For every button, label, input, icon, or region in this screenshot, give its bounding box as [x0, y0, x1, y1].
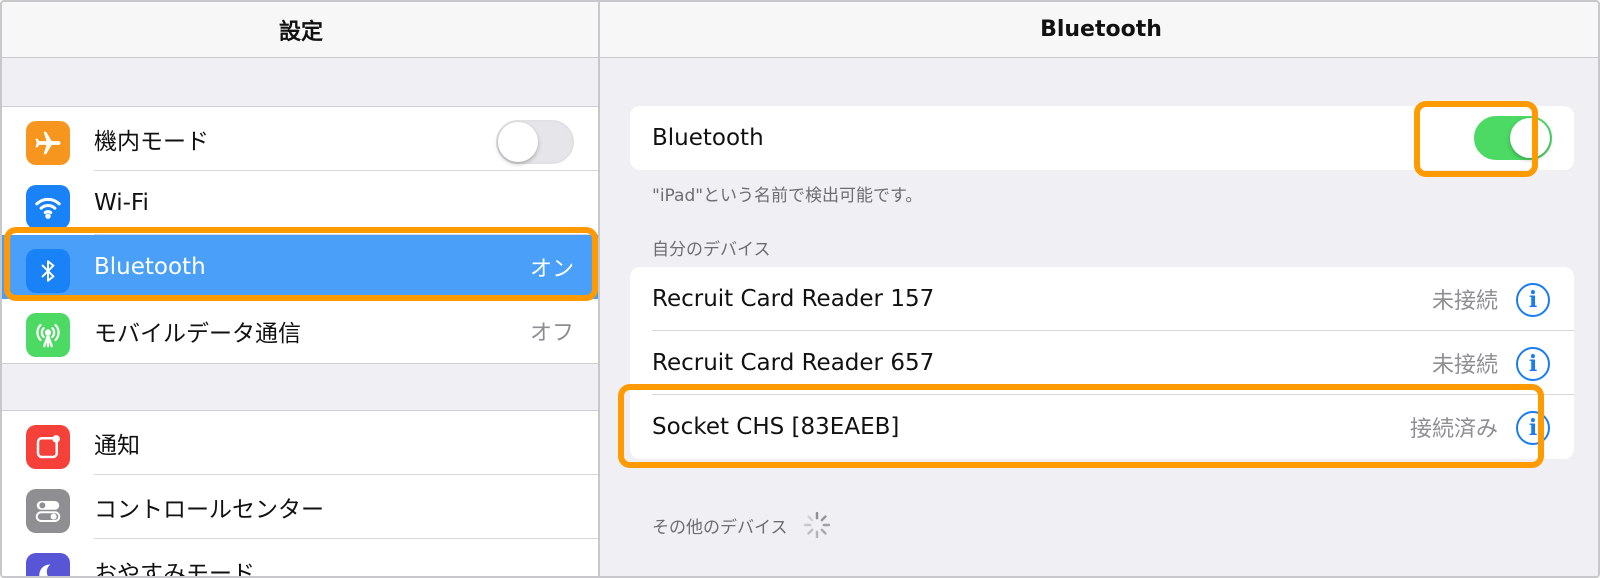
- my-devices-header: 自分のデバイス: [652, 240, 771, 260]
- sidebar-item-label: Bluetooth: [94, 254, 206, 280]
- sidebar-item-label: コントロールセンター: [94, 497, 324, 523]
- bluetooth-status-value: オン: [529, 257, 574, 282]
- moon-icon: [26, 553, 70, 576]
- bluetooth-toggle-label: Bluetooth: [652, 125, 764, 151]
- airplane-icon: [26, 121, 70, 165]
- device-name: Recruit Card Reader 157: [652, 286, 935, 312]
- sidebar-item-label: Wi-Fi: [94, 190, 149, 216]
- other-devices-header: その他のデバイス: [652, 510, 832, 540]
- cellular-status-value: オフ: [529, 321, 574, 346]
- sidebar-item-label: モバイルデータ通信: [94, 321, 301, 347]
- settings-group-connectivity: 機内モード Wi-Fi Bluetooth オン モバイルデータ通信 オフ: [2, 106, 598, 364]
- sidebar-item-cellular[interactable]: モバイルデータ通信 オフ: [2, 299, 598, 363]
- device-row[interactable]: Recruit Card Reader 657 未接続 i: [630, 331, 1574, 395]
- device-name: Socket CHS [83EAEB]: [652, 414, 900, 440]
- device-status: 未接続: [1431, 353, 1498, 378]
- settings-title: 設定: [2, 2, 598, 58]
- sidebar-item-airplane-mode[interactable]: 機内モード: [2, 107, 598, 171]
- sidebar-item-control-center[interactable]: コントロールセンター: [2, 475, 598, 539]
- notifications-icon: [26, 425, 70, 469]
- control-center-icon: [26, 489, 70, 533]
- sidebar-item-label: 通知: [94, 433, 140, 459]
- settings-sidebar: 設定 機内モード Wi-Fi Bluetooth オン モバイルデータ通信 オフ…: [2, 2, 600, 578]
- detail-title: Bluetooth: [600, 2, 1598, 58]
- device-row[interactable]: Recruit Card Reader 157 未接続 i: [630, 267, 1574, 331]
- my-devices-list: Recruit Card Reader 157 未接続 i Recruit Ca…: [630, 267, 1574, 459]
- info-icon[interactable]: i: [1516, 283, 1550, 317]
- settings-group-general: 通知 コントロールセンター おやすみモード: [2, 410, 598, 578]
- bluetooth-toggle-row: Bluetooth: [630, 106, 1574, 170]
- device-row[interactable]: Socket CHS [83EAEB] 接続済み i: [630, 395, 1574, 459]
- bluetooth-icon: [26, 249, 70, 293]
- bluetooth-toggle-card: Bluetooth: [630, 106, 1574, 170]
- device-status: 未接続: [1431, 289, 1498, 314]
- sidebar-item-notifications[interactable]: 通知: [2, 411, 598, 475]
- sidebar-item-bluetooth[interactable]: Bluetooth オン: [2, 235, 598, 299]
- settings-window: 設定 機内モード Wi-Fi Bluetooth オン モバイルデータ通信 オフ…: [0, 0, 1600, 578]
- device-name: Recruit Card Reader 657: [652, 350, 935, 376]
- info-icon[interactable]: i: [1516, 347, 1550, 381]
- loading-spinner-icon: [803, 511, 830, 539]
- wifi-icon: [26, 185, 70, 229]
- sidebar-item-label: 機内モード: [94, 129, 209, 155]
- sidebar-item-do-not-disturb[interactable]: おやすみモード: [2, 539, 598, 578]
- sidebar-item-label: おやすみモード: [94, 561, 255, 578]
- toggle-knob: [1510, 118, 1550, 158]
- sidebar-item-wifi[interactable]: Wi-Fi: [2, 171, 598, 235]
- info-icon[interactable]: i: [1516, 411, 1550, 445]
- discoverable-note: "iPad"という名前で検出可能です。: [652, 186, 923, 206]
- airplane-mode-toggle[interactable]: [496, 120, 574, 164]
- toggle-knob: [498, 122, 538, 162]
- bluetooth-toggle[interactable]: [1474, 116, 1552, 160]
- other-devices-label: その他のデバイス: [652, 517, 788, 538]
- device-status: 接続済み: [1409, 417, 1498, 442]
- cellular-icon: [26, 313, 70, 357]
- bluetooth-detail-pane: Bluetooth Bluetooth "iPad"という名前で検出可能です。 …: [600, 2, 1598, 576]
